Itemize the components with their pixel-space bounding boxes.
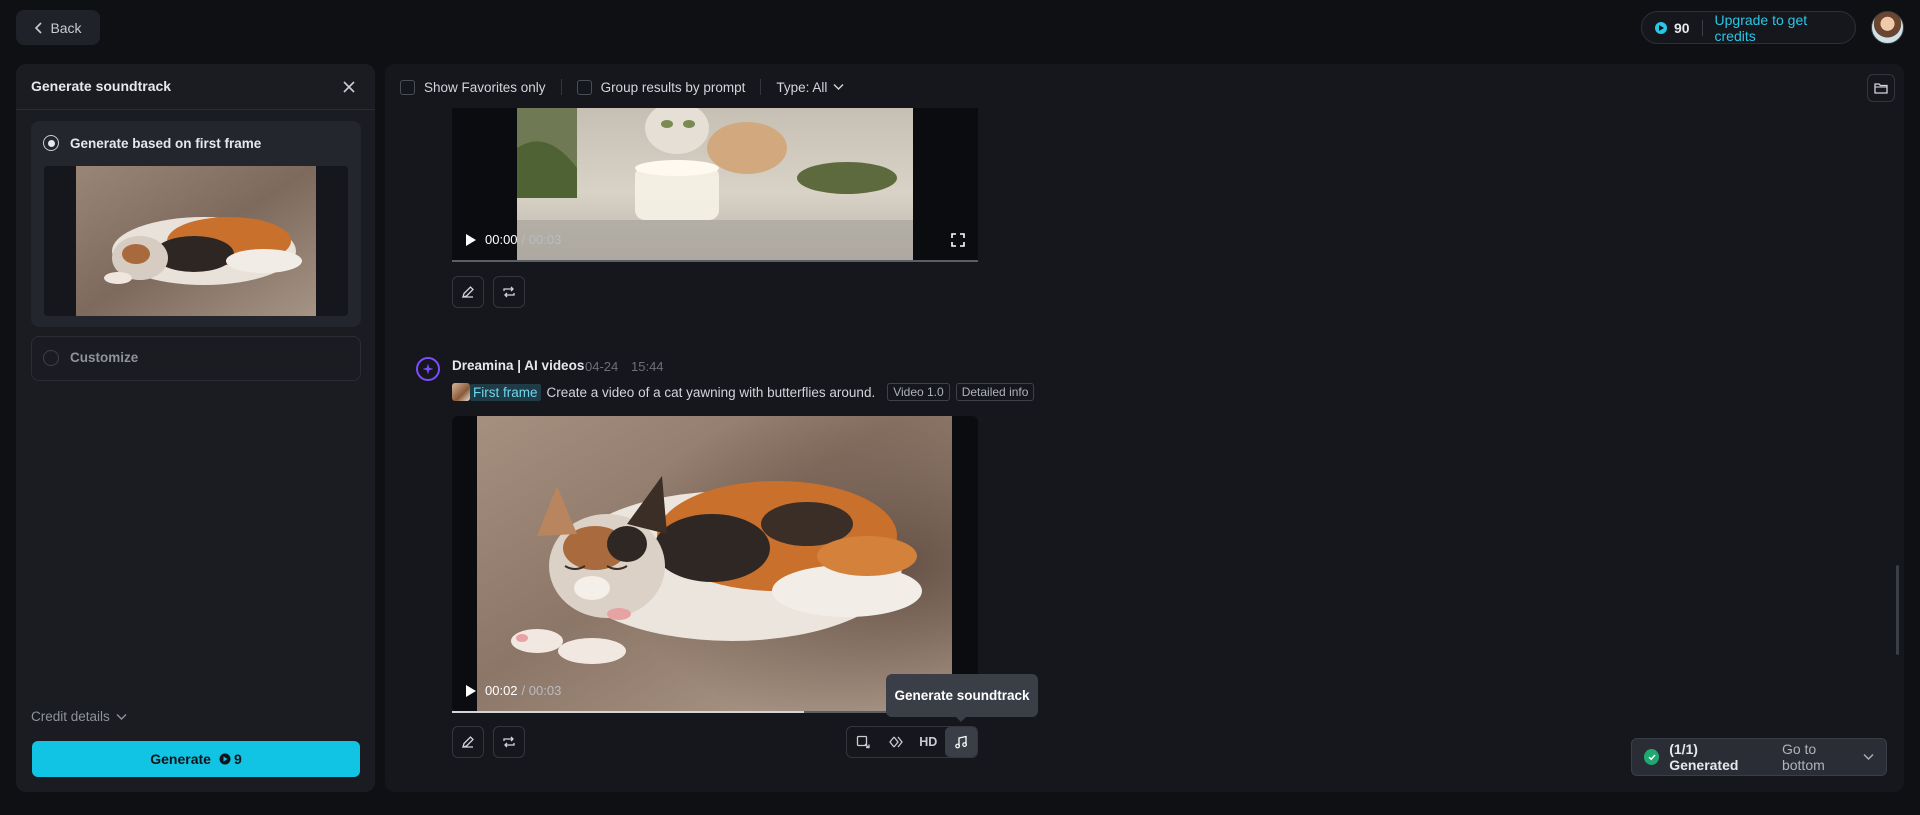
generated-toast: (1/1) Generated Go to bottom (1631, 738, 1887, 776)
edit-button-1[interactable] (452, 276, 484, 308)
video1-progress[interactable] (452, 260, 978, 262)
diamond-icon (888, 735, 903, 749)
prompt-row: First frame Create a video of a cat yawn… (452, 383, 1035, 401)
chevron-down-icon (1863, 753, 1874, 761)
favorites-label[interactable]: Show Favorites only (424, 80, 546, 95)
upgrade-link[interactable]: Upgrade to get credits (1715, 12, 1843, 44)
generate-cost: 9 (219, 751, 242, 767)
credit-coin-icon (1654, 21, 1668, 35)
tooltip-arrow (955, 716, 967, 722)
go-to-bottom-label: Go to bottom (1781, 741, 1825, 773)
chevron-left-icon (34, 21, 44, 34)
radio-first-frame[interactable] (43, 135, 59, 151)
generate-button[interactable]: Generate 9 (32, 741, 360, 777)
group-checkbox[interactable] (576, 79, 592, 95)
regenerate-button-2[interactable] (493, 726, 525, 758)
generate-cost-value: 9 (233, 751, 242, 767)
result-author: Dreamina | AI videos (452, 358, 585, 373)
frame-extend-icon (856, 735, 870, 749)
folder-button[interactable] (1867, 74, 1895, 102)
first-frame-label[interactable]: First frame (470, 383, 541, 401)
favorites-checkbox[interactable] (400, 79, 415, 95)
type-filter-label: Type: All (776, 79, 828, 95)
credit-count: 90 (1674, 19, 1690, 36)
generated-count: (1/1) Generated (1669, 741, 1739, 773)
video2-current-time: 00:02 (485, 683, 518, 698)
panel-title: Generate soundtrack (31, 78, 172, 94)
generate-soundtrack-button[interactable] (944, 727, 977, 757)
panel-divider (16, 109, 375, 110)
divider (560, 79, 562, 95)
result-date: 04-24 (585, 359, 619, 374)
credit-details-label: Credit details (31, 709, 110, 724)
back-label: Back (50, 19, 82, 36)
video-toolbar: HD (846, 726, 978, 758)
music-note-icon (954, 735, 968, 749)
option-first-frame-label: Generate based on first frame (70, 136, 262, 151)
video2-duration: / 00:03 (521, 683, 562, 698)
edit-icon (461, 285, 475, 299)
radio-customize[interactable] (43, 350, 59, 366)
first-frame-thumbnail-small[interactable] (452, 383, 470, 401)
credit-coin-icon (219, 753, 231, 765)
group-label[interactable]: Group results by prompt (601, 80, 746, 95)
tag-detailed-info[interactable]: Detailed info (955, 383, 1035, 401)
back-button[interactable]: Back (16, 10, 100, 45)
chevron-down-icon (833, 83, 844, 91)
type-filter-dropdown[interactable]: Type: All (776, 80, 844, 95)
fullscreen-icon[interactable] (951, 233, 965, 247)
first-frame-thumbnail (44, 166, 348, 316)
folder-icon (1874, 82, 1888, 94)
divider (760, 79, 762, 95)
tag-model: Video 1.0 (887, 383, 950, 401)
check-circle-icon (1644, 749, 1660, 765)
close-icon[interactable] (340, 78, 358, 96)
video1-controls: 00:00 / 00:03 (465, 232, 561, 247)
play-icon[interactable] (465, 233, 477, 247)
soundtrack-tooltip: Generate soundtrack (886, 674, 1038, 717)
video1-current-time: 00:00 (485, 232, 518, 247)
go-to-bottom-button[interactable]: Go to bottom (1782, 741, 1874, 773)
repeat-icon (502, 735, 516, 749)
option-customize-label: Customize (70, 350, 139, 365)
hd-button[interactable]: HD (912, 727, 945, 757)
extend-button[interactable] (847, 727, 880, 757)
edit-button-2[interactable] (452, 726, 484, 758)
chevron-down-icon (116, 713, 127, 721)
interpolate-button[interactable] (880, 727, 913, 757)
regenerate-button-1[interactable] (493, 276, 525, 308)
video-frame-1 (517, 108, 913, 262)
video2-progress-fill (452, 711, 805, 713)
video-frame-2 (477, 416, 952, 712)
generate-label: Generate (150, 751, 211, 767)
avatar[interactable] (1871, 11, 1904, 44)
scrollbar-thumb[interactable] (1896, 565, 1899, 655)
dreamina-logo-icon (416, 357, 440, 381)
play-icon[interactable] (465, 684, 477, 698)
divider (1701, 19, 1703, 36)
result-time: 15:44 (631, 359, 664, 374)
filter-bar: Show Favorites only Group results by pro… (400, 76, 844, 98)
prompt-text: Create a video of a cat yawning with but… (546, 384, 876, 400)
credit-details-toggle[interactable]: Credit details (31, 709, 127, 724)
video1-duration: / 00:03 (521, 232, 562, 247)
repeat-icon (502, 285, 516, 299)
video2-controls: 00:02 / 00:03 (465, 683, 561, 698)
credits-pill[interactable]: 90 Upgrade to get credits (1641, 11, 1856, 44)
edit-icon (461, 735, 475, 749)
